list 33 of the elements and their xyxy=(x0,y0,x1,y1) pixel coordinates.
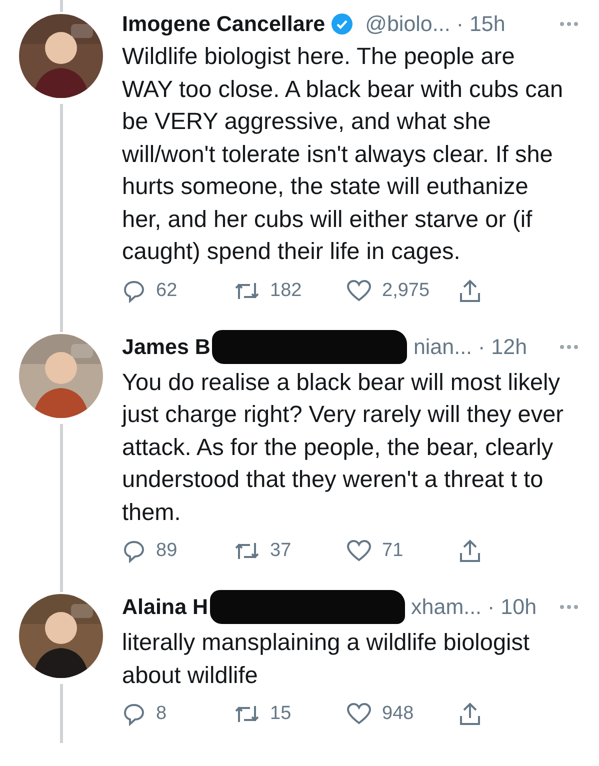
user-name[interactable]: James B xyxy=(122,332,210,360)
timestamp: · 10h xyxy=(488,594,537,621)
user-handle: @biolo... xyxy=(365,11,450,38)
reply-count: 89 xyxy=(156,540,178,562)
like-count: 2,975 xyxy=(382,280,430,302)
tweet-text: literally mansplaining a wildlife biologist about wildlife xyxy=(122,628,531,690)
retweet-count: 15 xyxy=(270,703,292,725)
tweet-text: Wildlife biologist here. The people are WAY too close. A black bear with cubs can be VERY aggressive, and what she will/won't tolerate isn't always clear. If she hurts someone, the state will euthanize her, and her cubs will either starve or (if caught) spend their life in cages. xyxy=(122,42,564,266)
share-icon[interactable] xyxy=(458,701,482,727)
heart-icon[interactable] xyxy=(346,702,372,726)
like-count: 71 xyxy=(382,540,404,562)
share-icon[interactable] xyxy=(458,278,482,304)
user-name[interactable]: Imogene Cancellare xyxy=(122,10,326,38)
user-handle: nian... xyxy=(413,334,472,360)
retweet-count: 182 xyxy=(270,280,302,302)
heart-icon[interactable] xyxy=(346,278,372,302)
retweet-count: 37 xyxy=(270,540,292,562)
more-icon[interactable] xyxy=(559,604,579,610)
reply-count: 62 xyxy=(156,280,178,302)
reply-icon[interactable] xyxy=(122,278,146,302)
reply-icon[interactable] xyxy=(122,539,146,563)
user-name[interactable]: Alaina H xyxy=(122,593,208,621)
tweet-text: You do realise a black bear will most likely just charge right? Very rarely will they ever attack. As for the people, the bear, clearly understood that they weren't a threat t to them. xyxy=(122,368,564,526)
share-icon[interactable] xyxy=(458,538,482,564)
reply-count: 8 xyxy=(156,703,167,725)
reply-icon[interactable] xyxy=(122,702,146,726)
timestamp: · 15h xyxy=(456,11,506,38)
user-handle: xham... xyxy=(411,594,482,621)
heart-icon[interactable] xyxy=(346,539,372,563)
like-count: 948 xyxy=(382,703,414,725)
more-icon[interactable] xyxy=(559,344,579,350)
timestamp: · 12h xyxy=(478,334,528,360)
more-icon[interactable] xyxy=(559,21,579,27)
